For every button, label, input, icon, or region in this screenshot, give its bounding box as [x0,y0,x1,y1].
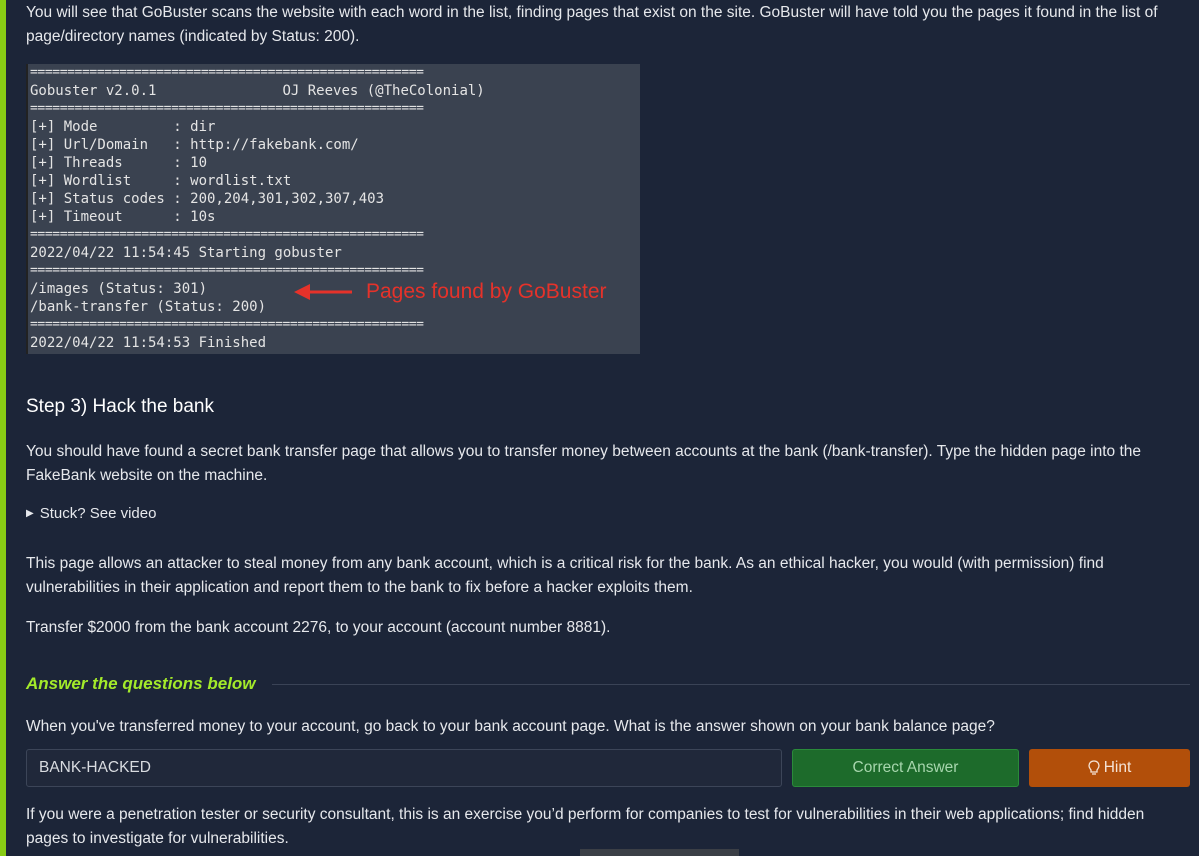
terminal-separator: ========================================… [30,101,424,116]
terminal-setting: [+] Timeout : 10s [30,209,216,225]
stuck-video-label: Stuck? See video [39,505,157,522]
step3-paragraph: You should have found a secret bank tran… [26,443,1141,484]
attack-paragraph: This page allows an attacker to steal mo… [26,555,1104,596]
answer-heading-text: Answer the questions below [26,674,256,693]
terminal-separator: ========================================… [30,227,424,242]
answer-field[interactable]: BANK-HACKED [26,749,782,787]
terminal-setting: [+] Wordlist : wordlist.txt [30,173,292,189]
terminal-setting: [+] Threads : 10 [30,155,208,171]
terminal-setting: [+] Url/Domain : http://fakebank.com/ [30,137,359,153]
answer-section-heading: Answer the questions below [26,674,1190,694]
terminal-header-left: Gobuster v2.0.1 [30,83,157,99]
terminal-separator: ========================================… [30,65,424,80]
pentest-paragraph: If you were a penetration tester or secu… [26,806,1145,847]
hint-button[interactable]: Hint [1029,749,1190,787]
terminal-header-right: OJ Reeves (@TheColonial) [282,83,485,99]
hint-label: Hint [1103,759,1132,776]
terminal-start-line: 2022/04/22 11:54:45 Starting gobuster [30,245,342,261]
terminal-setting: [+] Mode : dir [30,119,216,135]
correct-answer-button[interactable]: Correct Answer [792,749,1019,787]
triangle-right-icon: ▶ [26,508,34,519]
question-text: When you've transferred money to your ac… [26,718,995,735]
stuck-video-toggle[interactable]: ▶ Stuck? See video [26,505,156,522]
terminal-setting: [+] Status codes : 200,204,301,302,307,4… [30,191,385,207]
gobuster-output-image: ========================================… [26,64,640,354]
terminal-header: Gobuster v2.0.1 OJ Reeves (@TheColonial) [30,82,640,100]
divider [271,683,1190,685]
correct-answer-label: Correct Answer [852,759,959,776]
arrow-left-icon [294,284,352,300]
task-accent-bar [0,0,6,856]
annotation-text: Pages found by GoBuster [366,280,607,303]
bottom-scroll-tab[interactable] [580,849,739,856]
terminal-end-line: 2022/04/22 11:54:53 Finished [30,335,267,351]
transfer-paragraph: Transfer $2000 from the bank account 227… [26,619,611,636]
lightbulb-icon [1088,760,1100,776]
annotation: Pages found by GoBuster [294,280,607,303]
terminal-separator: ========================================… [30,317,424,332]
intro-paragraph: You will see that GoBuster scans the web… [26,4,1158,45]
terminal-separator: ========================================… [30,263,424,278]
step3-title: Step 3) Hack the bank [26,396,214,417]
